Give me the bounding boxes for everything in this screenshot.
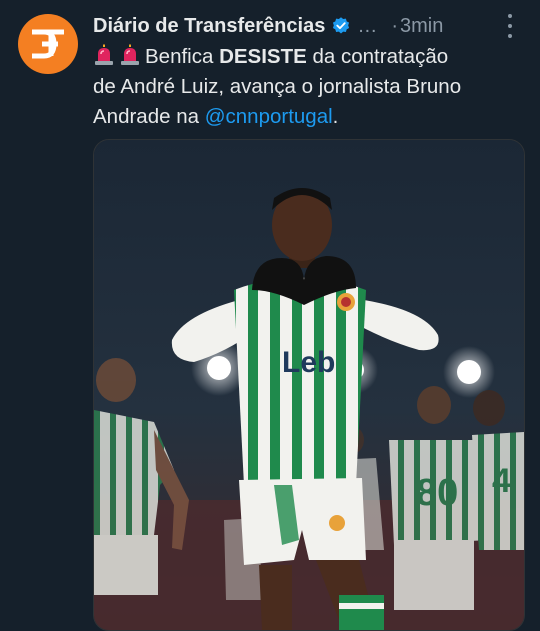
tweet-emphasis: DESISTE xyxy=(219,45,307,68)
avatar[interactable] xyxy=(18,14,78,74)
dt-logo-icon xyxy=(32,29,64,59)
football-player-photo: 80 4 Leb xyxy=(94,140,524,630)
tweet-line-3: Andrade na @cnnportugal. xyxy=(93,102,523,132)
tweet-text-segment: Benfica xyxy=(145,45,220,68)
tweet-media-photo[interactable]: 80 4 Leb xyxy=(93,139,525,631)
tweet-text-segment: da contratação xyxy=(306,45,449,68)
tweet-text-segment: Andrade na xyxy=(93,105,205,128)
display-name[interactable]: Diário de Transferências xyxy=(93,15,325,38)
shirt-sponsor-text: Leb xyxy=(282,346,335,379)
handle[interactable]: … xyxy=(357,15,377,38)
tweet-text: Benfica DESISTE da contratação de André … xyxy=(93,42,523,132)
shirt-number-4: 4 xyxy=(492,462,511,500)
siren-icon xyxy=(95,44,113,65)
tweet[interactable]: Diário de Transferências … · 3min Benfic… xyxy=(0,0,540,631)
mention-link[interactable]: @cnnportugal xyxy=(205,105,333,128)
siren-icon xyxy=(121,44,139,65)
shirt-number-80: 80 xyxy=(416,472,458,514)
dot xyxy=(508,24,512,28)
tweet-header: Diário de Transferências … · 3min xyxy=(93,12,520,40)
verified-badge-icon xyxy=(333,17,350,34)
tweet-text-segment: . xyxy=(332,105,339,128)
tweet-line-1: Benfica DESISTE da contratação xyxy=(93,42,523,72)
dot xyxy=(508,14,512,18)
dot xyxy=(508,34,512,38)
timestamp[interactable]: 3min xyxy=(400,15,443,38)
separator-dot: · xyxy=(391,14,398,37)
more-options-icon[interactable] xyxy=(506,14,514,38)
tweet-line-2: de André Luiz, avança o jornalista Bruno xyxy=(93,75,462,98)
